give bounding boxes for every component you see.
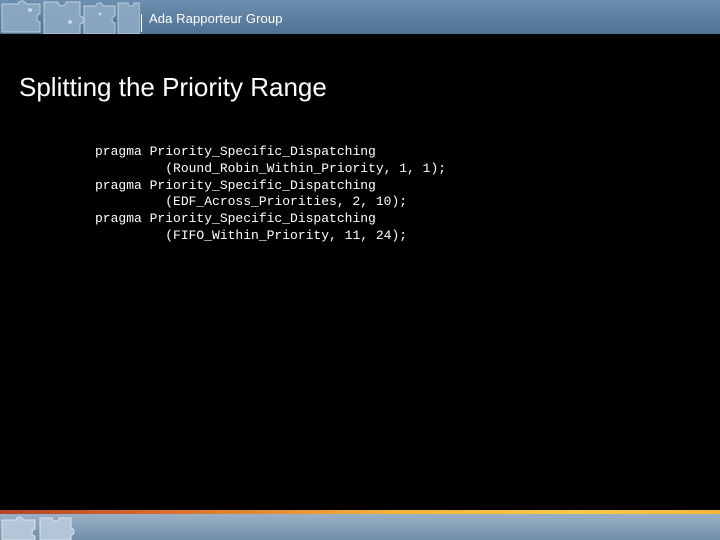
slide: Ada Rapporteur Group Splitting the Prior… [0,0,720,540]
code-block: pragma Priority_Specific_Dispatching (Ro… [95,144,446,245]
header-divider [141,14,142,32]
slide-title: Splitting the Priority Range [19,72,327,102]
header-bar: Ada Rapporteur Group [0,0,720,34]
puzzle-pieces-icon [1,0,140,34]
code-line: (EDF_Across_Priorities, 2, 10); [95,194,408,210]
code-line: pragma Priority_Specific_Dispatching [95,211,376,227]
footer-bar [0,514,720,540]
organization-name: Ada Rapporteur Group [149,11,283,26]
code-line: pragma Priority_Specific_Dispatching [95,177,376,193]
code-line: (Round_Robin_Within_Priority, 1, 1); [95,160,447,176]
puzzle-pieces-icon [1,516,75,540]
code-line: pragma Priority_Specific_Dispatching [95,144,376,159]
code-line: (FIFO_Within_Priority, 11, 24); [95,227,408,243]
